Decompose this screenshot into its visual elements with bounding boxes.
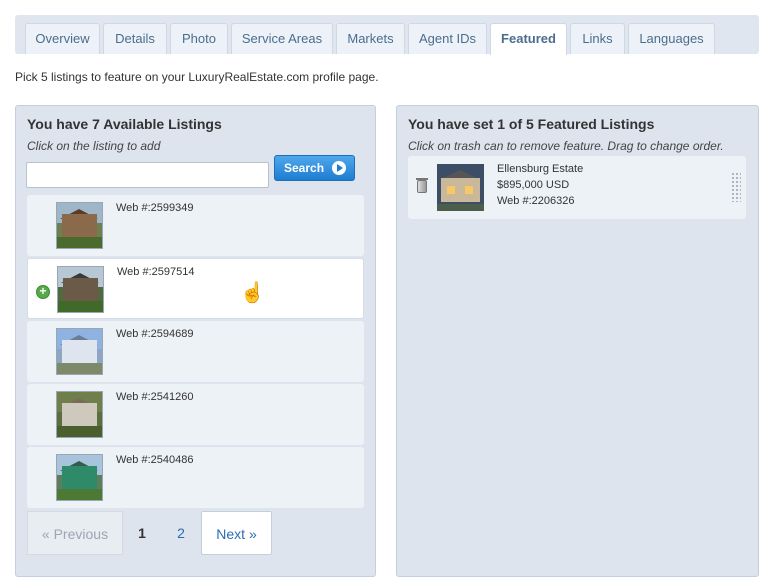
page-1-current: 1 [138, 525, 146, 541]
tab-languages[interactable]: Languages [628, 23, 715, 54]
search-button[interactable]: Search [274, 155, 355, 181]
listing-thumbnail [56, 454, 103, 501]
listing-row[interactable]: Web #:2599349 [27, 195, 364, 256]
listing-thumbnail [56, 328, 103, 375]
tab-links[interactable]: Links [570, 23, 625, 54]
listing-row[interactable]: + Web #:2597514 [27, 258, 364, 319]
available-listings-panel: You have 7 Available Listings Click on t… [15, 105, 376, 577]
play-circle-icon [332, 161, 346, 175]
tab-overview[interactable]: Overview [25, 23, 100, 54]
previous-page-button: « Previous [27, 511, 123, 555]
tab-photo[interactable]: Photo [170, 23, 228, 54]
featured-subtitle: Click on trash can to remove feature. Dr… [408, 139, 724, 153]
hand-pointer-icon: ☝ [240, 282, 265, 304]
available-title: You have 7 Available Listings [27, 116, 222, 132]
listing-web-number: Web #:2597514 [117, 266, 195, 278]
tab-markets[interactable]: Markets [336, 23, 405, 54]
featured-title: You have set 1 of 5 Featured Listings [408, 116, 655, 132]
listing-thumbnail [56, 391, 103, 438]
featured-thumbnail [437, 164, 484, 211]
featured-price: $895,000 USD [497, 179, 570, 191]
listing-web-number: Web #:2541260 [116, 391, 194, 403]
intro-text: Pick 5 listings to feature on your Luxur… [15, 70, 379, 84]
tab-agent-ids[interactable]: Agent IDs [408, 23, 487, 54]
available-subtitle: Click on the listing to add [27, 139, 161, 153]
plus-circle-icon[interactable]: + [36, 285, 50, 299]
listing-web-number: Web #:2540486 [116, 454, 194, 466]
featured-listings-panel: You have set 1 of 5 Featured Listings Cl… [396, 105, 759, 577]
listing-thumbnail [57, 266, 104, 313]
listing-row[interactable]: Web #:2540486 [27, 447, 364, 508]
listing-web-number: Web #:2594689 [116, 328, 194, 340]
tab-featured[interactable]: Featured [490, 23, 567, 55]
next-page-button[interactable]: Next » [201, 511, 272, 555]
listing-thumbnail [56, 202, 103, 249]
drag-handle-icon[interactable] [731, 172, 741, 202]
trash-icon[interactable] [416, 178, 428, 193]
featured-web-number: Web #:2206326 [497, 195, 575, 207]
listing-row[interactable]: Web #:2594689 [27, 321, 364, 382]
featured-listing-item[interactable]: Ellensburg Estate $895,000 USD Web #:220… [408, 156, 746, 219]
tab-details[interactable]: Details [103, 23, 167, 54]
tab-bar: Overview Details Photo Service Areas Mar… [15, 15, 759, 55]
search-button-label: Search [284, 161, 325, 175]
featured-name: Ellensburg Estate [497, 163, 584, 175]
search-input[interactable] [26, 162, 269, 188]
page-2-link[interactable]: 2 [161, 511, 201, 555]
listing-web-number: Web #:2599349 [116, 202, 194, 214]
listing-row[interactable]: Web #:2541260 [27, 384, 364, 445]
tab-service-areas[interactable]: Service Areas [231, 23, 333, 54]
